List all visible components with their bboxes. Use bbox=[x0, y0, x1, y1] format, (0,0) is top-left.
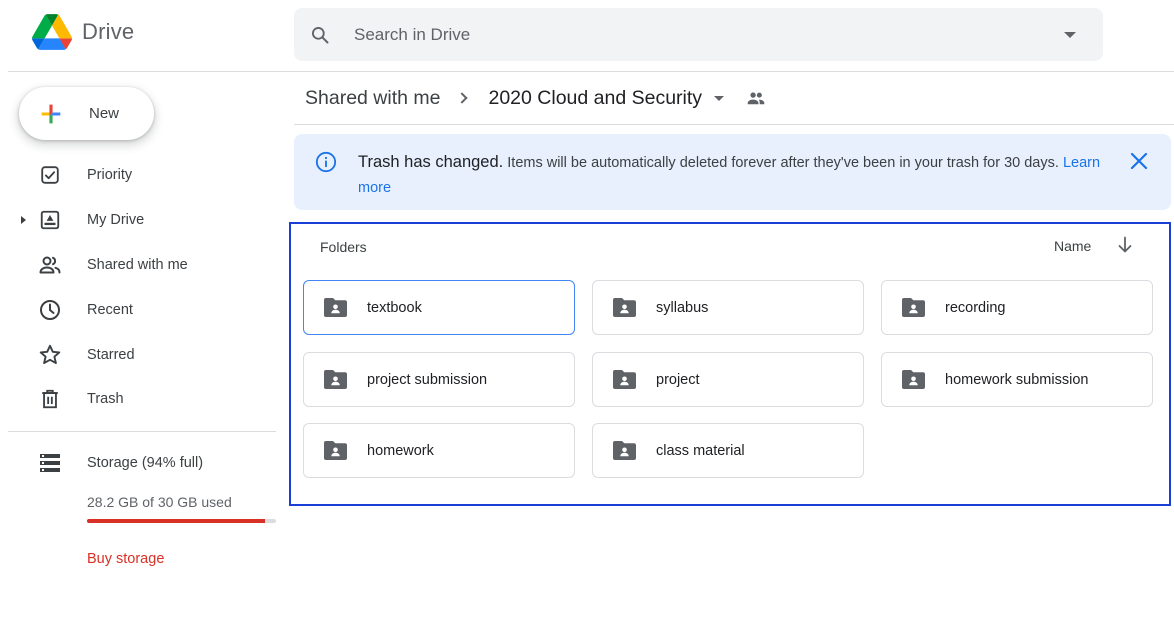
priority-icon bbox=[38, 163, 62, 187]
trash-icon bbox=[38, 387, 62, 411]
folder-name: homework bbox=[367, 442, 434, 459]
storage-section: Storage (94% full) 28.2 GB of 30 GB used… bbox=[0, 448, 276, 567]
breadcrumb-parent[interactable]: Shared with me bbox=[305, 87, 440, 110]
sidebar-item-recent[interactable]: Recent bbox=[0, 287, 276, 332]
expand-arrow-icon[interactable] bbox=[21, 216, 26, 225]
storage-used-text: 28.2 GB of 30 GB used bbox=[87, 494, 232, 510]
storage-label: Storage (94% full) bbox=[87, 455, 204, 471]
drive-logo-icon bbox=[32, 14, 72, 50]
sidebar-item-label: Shared with me bbox=[87, 256, 188, 273]
sidebar-item-my-drive[interactable]: My Drive bbox=[0, 198, 276, 243]
sidebar-item-priority[interactable]: Priority bbox=[0, 153, 276, 198]
search-bar[interactable] bbox=[294, 8, 1103, 61]
sidebar-item-label: Trash bbox=[87, 391, 124, 408]
folder-item[interactable]: syllabus bbox=[592, 280, 864, 335]
shared-folder-icon bbox=[613, 370, 636, 389]
folder-item[interactable]: homework submission bbox=[881, 352, 1153, 407]
search-input[interactable] bbox=[354, 8, 1064, 61]
shared-folder-icon bbox=[613, 441, 636, 460]
search-options-chevron-down-icon[interactable] bbox=[1064, 31, 1076, 38]
app-name: Drive bbox=[82, 19, 135, 44]
banner-text: Trash has changed. Items will be automat… bbox=[358, 150, 1118, 201]
shared-folder-people-icon[interactable] bbox=[746, 88, 766, 108]
shared-folder-icon bbox=[902, 298, 925, 317]
search-icon[interactable] bbox=[310, 25, 330, 45]
sidebar-nav: Priority My Drive Shared with me Recent … bbox=[0, 153, 276, 422]
recent-icon bbox=[38, 298, 62, 322]
storage-progress-fill bbox=[87, 519, 265, 523]
folder-menu-chevron-down-icon[interactable] bbox=[714, 95, 725, 101]
folder-item[interactable]: project submission bbox=[303, 352, 575, 407]
sidebar-item-label: Starred bbox=[87, 346, 135, 363]
shared-folder-icon bbox=[324, 441, 347, 460]
shared-folder-icon bbox=[324, 298, 347, 317]
buy-storage-link[interactable]: Buy storage bbox=[87, 551, 164, 567]
new-button[interactable]: New bbox=[19, 87, 154, 140]
close-icon[interactable] bbox=[1130, 152, 1148, 170]
folder-name: syllabus bbox=[656, 299, 709, 316]
folder-item[interactable]: project bbox=[592, 352, 864, 407]
folder-name: class material bbox=[656, 442, 745, 459]
header-divider bbox=[8, 71, 1174, 72]
folder-name: homework submission bbox=[945, 371, 1089, 388]
folder-name: recording bbox=[945, 299, 1006, 316]
shared-folder-icon bbox=[613, 298, 636, 317]
folder-item[interactable]: recording bbox=[881, 280, 1153, 335]
sidebar-item-label: My Drive bbox=[87, 212, 145, 229]
shared-folder-icon bbox=[324, 370, 347, 389]
trash-change-banner: Trash has changed. Items will be automat… bbox=[294, 134, 1171, 210]
storage-icon bbox=[38, 451, 62, 475]
folder-name: project submission bbox=[367, 371, 488, 388]
sidebar-item-label: Recent bbox=[87, 301, 133, 318]
sort-by-name-button[interactable]: Name bbox=[1054, 238, 1091, 254]
sort-direction-arrow-down-icon[interactable] bbox=[1117, 236, 1133, 254]
folder-item[interactable]: class material bbox=[592, 423, 864, 478]
folder-item[interactable]: homework bbox=[303, 423, 575, 478]
folder-item[interactable]: textbook bbox=[303, 280, 575, 335]
plus-icon bbox=[41, 104, 61, 123]
info-icon bbox=[315, 151, 337, 173]
star-icon bbox=[38, 343, 62, 367]
sidebar-item-trash[interactable]: Trash bbox=[0, 377, 276, 422]
shared-folder-icon bbox=[902, 370, 925, 389]
shared-with-me-icon bbox=[38, 253, 62, 277]
storage-progress-bar bbox=[87, 519, 276, 523]
breadcrumb-current[interactable]: 2020 Cloud and Security bbox=[488, 87, 702, 110]
banner-message: Items will be automatically deleted fore… bbox=[507, 155, 1059, 171]
folder-name: project bbox=[656, 371, 700, 388]
sidebar-item-storage[interactable]: Storage (94% full) bbox=[0, 448, 276, 478]
sidebar-divider bbox=[8, 431, 276, 432]
my-drive-icon bbox=[38, 208, 62, 232]
folders-section: Folders Name textbook syllabus recording pr… bbox=[289, 222, 1171, 506]
drive-logo[interactable]: Drive bbox=[32, 14, 134, 50]
sidebar-item-label: Priority bbox=[87, 167, 133, 184]
sidebar-item-shared-with-me[interactable]: Shared with me bbox=[0, 243, 276, 288]
banner-title: Trash has changed. bbox=[358, 153, 504, 171]
folders-heading: Folders bbox=[320, 239, 367, 255]
folder-name: textbook bbox=[367, 299, 422, 316]
breadcrumb: Shared with me 2020 Cloud and Security bbox=[305, 85, 766, 111]
chevron-right-icon bbox=[456, 92, 469, 104]
sidebar-item-starred[interactable]: Starred bbox=[0, 332, 276, 377]
new-button-label: New bbox=[89, 105, 120, 122]
content-divider bbox=[294, 124, 1174, 125]
